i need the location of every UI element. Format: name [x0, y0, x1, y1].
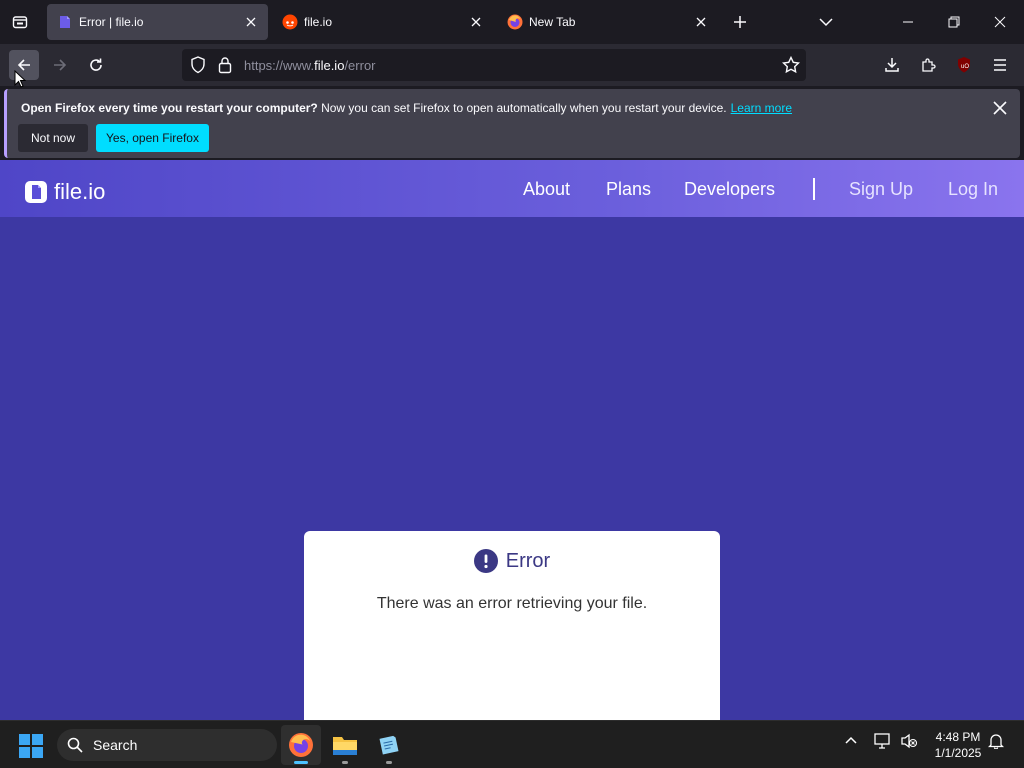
volume-muted-icon[interactable] [900, 733, 918, 754]
windows-start-icon[interactable] [18, 733, 44, 764]
yes-open-firefox-button[interactable]: Yes, open Firefox [96, 124, 209, 152]
nav-developers[interactable]: Developers [684, 179, 775, 200]
active-indicator [294, 761, 308, 764]
mouse-cursor-icon [14, 70, 26, 88]
lock-icon[interactable] [218, 56, 232, 74]
tab-close-icon[interactable] [692, 13, 710, 31]
learn-more-link[interactable]: Learn more [731, 101, 792, 115]
fileio-logo[interactable]: file.io [24, 179, 105, 205]
ublock-shield-icon[interactable]: uO [949, 50, 979, 80]
folder-icon [333, 737, 357, 755]
bookmark-star-icon[interactable] [782, 56, 800, 74]
running-indicator [342, 761, 348, 764]
navigation-toolbar: https://www.file.io/error uO 3 [0, 44, 1024, 107]
taskbar-search[interactable]: Search [57, 729, 277, 761]
list-all-tabs-chevron-icon[interactable] [814, 10, 838, 34]
firefox-icon [289, 733, 313, 757]
taskbar-clock[interactable]: 4:48 PM 1/1/2025 [924, 729, 992, 761]
hamburger-menu-icon[interactable] [985, 50, 1015, 80]
firefox-startup-notification: Open Firefox every time you restart your… [4, 89, 1020, 158]
notification-message: Open Firefox every time you restart your… [21, 101, 792, 115]
extensions-puzzle-icon[interactable] [913, 50, 943, 80]
not-now-button[interactable]: Not now [18, 124, 88, 152]
web-page: file.io About Plans Developers Sign Up L… [0, 160, 1024, 720]
downloads-icon[interactable] [877, 50, 907, 80]
taskbar-file-explorer[interactable] [325, 725, 365, 765]
tab-close-icon[interactable] [242, 13, 260, 31]
address-bar[interactable]: https://www.file.io/error [182, 49, 806, 81]
nav-plans[interactable]: Plans [606, 179, 651, 200]
tracking-shield-icon[interactable] [190, 56, 206, 74]
error-header: Error [304, 549, 720, 573]
error-message: There was an error retrieving your file. [376, 595, 648, 612]
nav-divider [813, 178, 815, 200]
site-header: file.io About Plans Developers Sign Up L… [0, 160, 1024, 217]
taskbar-notepad[interactable] [369, 725, 409, 765]
nav-log-in[interactable]: Log In [948, 179, 998, 200]
close-notification-icon[interactable] [990, 98, 1010, 118]
new-tab-plus-icon[interactable] [728, 10, 752, 34]
tab-error-fileio[interactable]: Error | file.io [47, 4, 268, 40]
clock-time: 4:48 PM [935, 730, 981, 744]
clock-date: 1/1/2025 [934, 746, 982, 760]
running-indicator [386, 761, 392, 764]
firefox-icon [507, 14, 523, 30]
search-icon [67, 737, 83, 753]
windows-taskbar: Search 4:48 PM 1/1/2025 [0, 720, 1024, 768]
reload-icon[interactable] [81, 50, 111, 80]
tab-close-icon[interactable] [467, 13, 485, 31]
show-hidden-icons-chevron-icon[interactable] [844, 733, 858, 752]
logo-text: file.io [54, 179, 106, 204]
fileio-favicon-icon [60, 16, 70, 28]
notification-text: Now you can set Firefox to open automati… [317, 101, 727, 115]
search-label: Search [93, 737, 138, 753]
tab-title: Error | file.io [79, 15, 144, 29]
network-monitor-icon[interactable] [874, 733, 892, 754]
error-card: Error There was an error retrieving your… [304, 531, 720, 720]
restore-icon[interactable] [940, 8, 968, 36]
forward-arrow-icon[interactable] [45, 50, 75, 80]
firefox-view-icon[interactable] [8, 10, 32, 34]
tab-strip: Error | file.io file.io New Tab [0, 0, 1024, 44]
nav-sign-up[interactable]: Sign Up [849, 179, 913, 200]
fileio-logo-icon [25, 181, 47, 203]
tab-favicon-icon [282, 14, 298, 30]
url-text[interactable]: https://www.file.io/error [244, 58, 376, 73]
svg-text:uO: uO [961, 64, 969, 70]
notification-bell-icon[interactable] [987, 733, 1005, 754]
exclamation-circle-icon [473, 549, 498, 573]
tab-title: New Tab [529, 15, 576, 29]
notification-heading: Open Firefox every time you restart your… [21, 101, 318, 115]
nav-about[interactable]: About [523, 179, 570, 200]
close-window-icon[interactable] [986, 8, 1014, 36]
taskbar-firefox[interactable] [281, 725, 321, 765]
error-title: Error [505, 549, 551, 572]
minimize-icon[interactable] [894, 8, 922, 36]
notepad-icon [379, 735, 399, 755]
tab-title: file.io [304, 15, 333, 29]
tab-new-tab[interactable]: New Tab [497, 4, 718, 40]
tab-fileio[interactable]: file.io [272, 4, 493, 40]
